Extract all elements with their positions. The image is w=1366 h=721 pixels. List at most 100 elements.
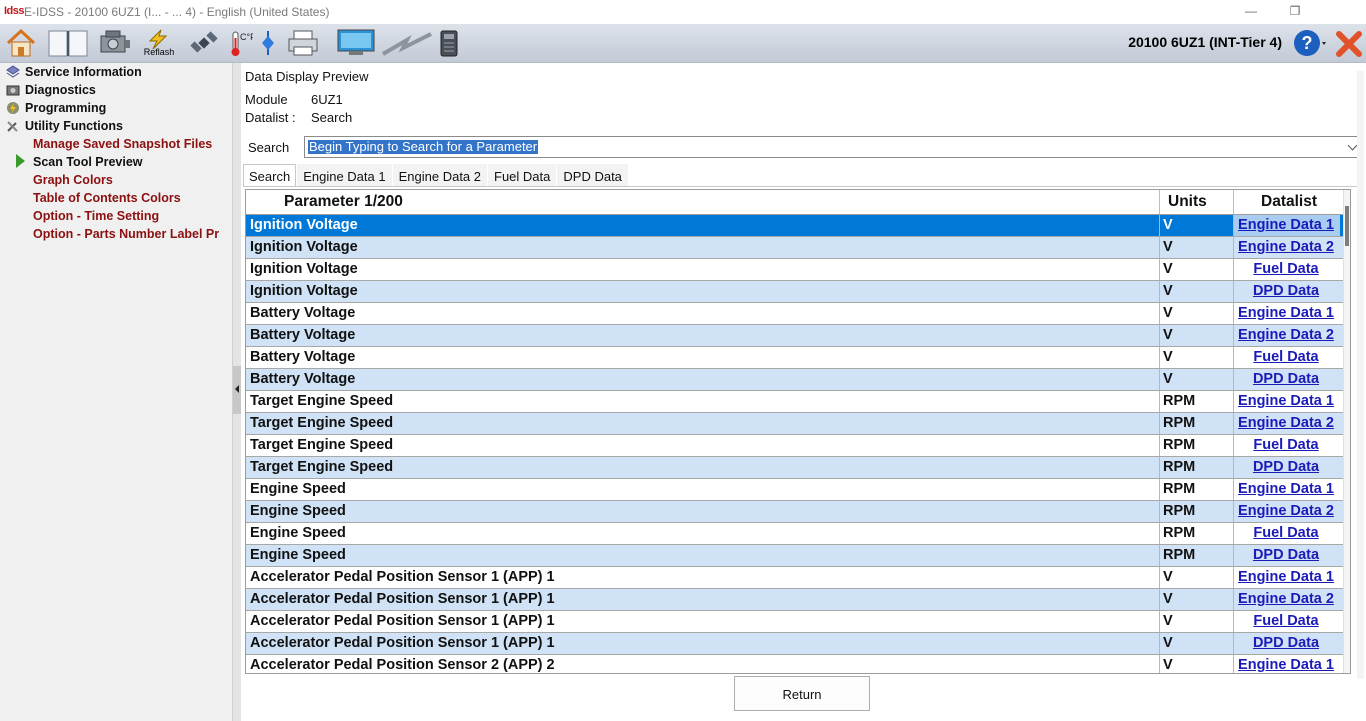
table-row[interactable]: Battery Voltage V Engine Data 1 (246, 303, 1343, 325)
datalist-link[interactable]: Engine Data 1 (1234, 303, 1338, 324)
connector-icon (262, 31, 274, 55)
sidebar-item-programming[interactable]: Programming (0, 99, 106, 117)
datalist-link[interactable]: Fuel Data (1234, 259, 1338, 280)
reflash-button[interactable]: Reflash (138, 26, 180, 60)
datalist-link[interactable]: DPD Data (1234, 633, 1338, 654)
table-row[interactable]: Battery Voltage V DPD Data (246, 369, 1343, 391)
engine-icon (6, 85, 20, 96)
sidebar-item-scan-tool-preview[interactable]: Scan Tool Preview (33, 153, 143, 171)
datalist-link[interactable]: Fuel Data (1234, 611, 1338, 632)
datalist-link[interactable]: Engine Data 1 (1234, 655, 1338, 673)
book-icon (6, 65, 20, 78)
sidebar-item-utility-functions[interactable]: Utility Functions (0, 117, 123, 135)
parameter-cell: Battery Voltage (250, 349, 356, 365)
datalist-link[interactable]: Fuel Data (1234, 523, 1338, 544)
table-row[interactable]: Engine Speed RPM Fuel Data (246, 523, 1343, 545)
table-row[interactable]: Accelerator Pedal Position Sensor 2 (APP… (246, 655, 1343, 673)
panel-scrollbar[interactable] (1357, 71, 1364, 679)
device-button[interactable] (436, 26, 462, 60)
table-row[interactable]: Accelerator Pedal Position Sensor 1 (APP… (246, 589, 1343, 611)
datalist-link[interactable]: Fuel Data (1234, 347, 1338, 368)
datalist-link[interactable]: Engine Data 2 (1234, 501, 1338, 522)
sidebar-item-parts-number-label[interactable]: Option - Parts Number Label Pr (33, 225, 219, 243)
datalist-link[interactable]: DPD Data (1234, 545, 1338, 566)
close-app-button[interactable] (1334, 26, 1364, 60)
column-header-datalist[interactable]: Datalist (1261, 190, 1317, 214)
tab-engine-data-2[interactable]: Engine Data 2 (392, 164, 488, 186)
datalist-link[interactable]: Engine Data 2 (1234, 325, 1338, 346)
search-input[interactable]: Begin Typing to Search for a Parameter (304, 136, 1361, 158)
units-button[interactable]: C°F (224, 26, 254, 60)
parameter-cell: Ignition Voltage (250, 217, 358, 233)
disconnect-button[interactable] (380, 26, 434, 60)
table-row[interactable]: Engine Speed RPM Engine Data 1 (246, 479, 1343, 501)
sidebar-item-service-information[interactable]: Service Information (0, 63, 142, 81)
sidebar-item-diagnostics[interactable]: Diagnostics (0, 81, 96, 99)
restore-button[interactable]: ❐ (1284, 2, 1306, 20)
tab-divider (243, 186, 1361, 187)
table-row[interactable]: Battery Voltage V Engine Data 2 (246, 325, 1343, 347)
sidebar-item-graph-colors[interactable]: Graph Colors (33, 171, 113, 189)
table-row[interactable]: Target Engine Speed RPM Engine Data 1 (246, 391, 1343, 413)
datalist-label: Datalist : (245, 110, 296, 125)
printer-icon (288, 30, 318, 56)
tab-dpd-data[interactable]: DPD Data (557, 164, 628, 186)
minimize-button[interactable]: — (1240, 2, 1262, 20)
sidebar: Service Information Diagnostics Programm… (0, 63, 232, 721)
datalist-link[interactable]: Engine Data 2 (1234, 237, 1338, 258)
datalist-link[interactable]: Engine Data 1 (1234, 479, 1338, 500)
sidebar-item-toc-colors[interactable]: Table of Contents Colors (33, 189, 181, 207)
table-row[interactable]: Accelerator Pedal Position Sensor 1 (APP… (246, 633, 1343, 655)
table-row[interactable]: Target Engine Speed RPM Fuel Data (246, 435, 1343, 457)
table-scrollbar[interactable] (1343, 190, 1350, 673)
print-button[interactable] (284, 26, 322, 60)
datalist-link[interactable]: Fuel Data (1234, 435, 1338, 456)
satellite-button[interactable] (188, 26, 220, 60)
collapse-arrow-icon[interactable] (235, 385, 239, 393)
sidebar-item-manage-snapshots[interactable]: Manage Saved Snapshot Files (33, 135, 212, 153)
help-button[interactable]: ? (1290, 26, 1330, 60)
column-header-units[interactable]: Units (1168, 190, 1207, 214)
diagnostics-button[interactable] (95, 26, 133, 60)
chevron-down-icon[interactable] (1347, 140, 1358, 151)
column-divider (1159, 190, 1160, 214)
datalist-value: Search (311, 110, 353, 125)
datalist-link[interactable]: Engine Data 2 (1234, 413, 1338, 434)
table-row[interactable]: Ignition Voltage V DPD Data (246, 281, 1343, 303)
datalist-link[interactable]: DPD Data (1234, 281, 1338, 302)
service-info-button[interactable] (46, 26, 90, 60)
table-row[interactable]: Ignition Voltage V Engine Data 2 (246, 237, 1343, 259)
return-button[interactable]: Return (734, 676, 870, 711)
column-divider (1159, 655, 1160, 673)
display-button[interactable] (334, 26, 378, 60)
datalist-link[interactable]: Engine Data 2 (1234, 589, 1338, 610)
table-row[interactable]: Accelerator Pedal Position Sensor 1 (APP… (246, 611, 1343, 633)
column-divider (1159, 215, 1160, 236)
datalist-link[interactable]: Engine Data 1 (1234, 567, 1338, 588)
table-scrollbar-thumb[interactable] (1345, 206, 1349, 246)
datalist-link[interactable]: DPD Data (1234, 369, 1338, 390)
table-row[interactable]: Engine Speed RPM Engine Data 2 (246, 501, 1343, 523)
tab-engine-data-1[interactable]: Engine Data 1 (297, 164, 392, 186)
units-cell: RPM (1163, 525, 1196, 541)
tab-search[interactable]: Search (243, 164, 297, 186)
device-icon (440, 30, 458, 57)
datalist-link[interactable]: DPD Data (1234, 457, 1338, 478)
datalist-link[interactable]: Engine Data 1 (1234, 391, 1338, 412)
table-row[interactable]: Target Engine Speed RPM DPD Data (246, 457, 1343, 479)
table-row[interactable]: Accelerator Pedal Position Sensor 1 (APP… (246, 567, 1343, 589)
column-header-parameter[interactable]: Parameter 1/200 (284, 190, 403, 214)
table-row[interactable]: Ignition Voltage V Engine Data 1 (246, 215, 1343, 237)
connection-button[interactable] (256, 26, 280, 60)
table-row[interactable]: Target Engine Speed RPM Engine Data 2 (246, 413, 1343, 435)
sidebar-item-time-setting[interactable]: Option - Time Setting (33, 207, 159, 225)
column-divider (1159, 259, 1160, 280)
table-row[interactable]: Ignition Voltage V Fuel Data (246, 259, 1343, 281)
datalist-link[interactable]: Engine Data 1 (1234, 215, 1338, 236)
tab-fuel-data[interactable]: Fuel Data (488, 164, 557, 186)
column-divider (1159, 281, 1160, 302)
satellite-icon (190, 31, 218, 53)
home-button[interactable] (4, 26, 38, 60)
table-row[interactable]: Engine Speed RPM DPD Data (246, 545, 1343, 567)
table-row[interactable]: Battery Voltage V Fuel Data (246, 347, 1343, 369)
